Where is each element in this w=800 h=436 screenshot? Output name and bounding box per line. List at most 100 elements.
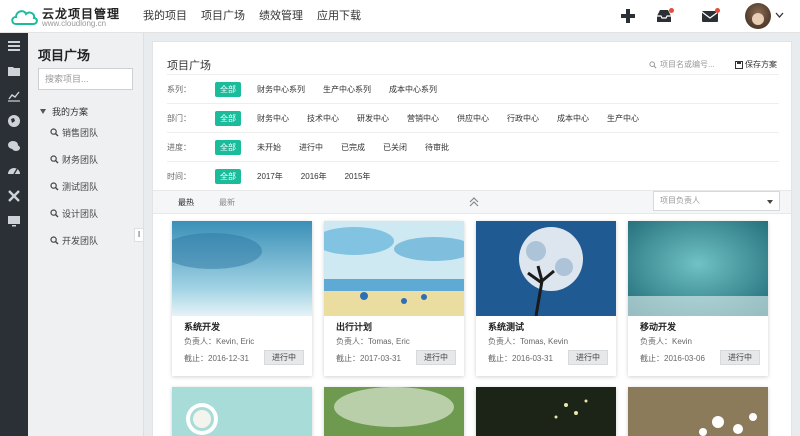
sort-hot-tab[interactable]: 最热 [178,197,194,208]
filter-tag[interactable]: 技术中心 [307,113,339,124]
project-card[interactable] [476,387,616,436]
filter-tag[interactable]: 成本中心系列 [389,84,437,95]
dashboard-icon[interactable] [7,164,21,178]
filter-tag[interactable]: 已关闭 [383,142,407,153]
cloud-logo-icon [11,10,38,25]
project-owner: 负责人：Tomas, Kevin [488,337,569,346]
filter-row-progress: 进度： 全部 未开始 进行中 已完成 已关闭 待审批 [167,132,779,161]
project-card[interactable] [324,387,464,436]
filter-row-time: 时间： 全部 2017年 2016年 2015年 [167,161,779,190]
filter-tag[interactable]: 已完成 [341,142,365,153]
project-card[interactable]: 系统测试 负责人：Tomas, Kevin 截止：2016-03-31 进行中 [476,221,616,376]
search-icon [50,209,59,218]
sidebar-item-label: 开发团队 [62,236,99,246]
project-owner: 负责人：Kevin [640,337,693,346]
project-deadline: 截止：2016-03-06 [640,354,705,363]
chevron-down-icon[interactable] [775,12,784,18]
save-plan-button[interactable]: 保存方案 [735,59,777,70]
close-icon[interactable] [7,189,21,203]
sidebar-item-design[interactable]: 设计团队 [50,207,98,220]
project-card[interactable]: 移动开发 负责人：Kevin 截止：2016-03-06 进行中 [628,221,768,376]
project-search-input[interactable]: 项目名或编号... [649,59,715,70]
project-deadline: 截止：2017-03-31 [336,354,401,363]
sidebar-item-label: 销售团队 [62,128,99,138]
chart-icon[interactable] [7,89,21,103]
filter-row-series: 系列： 全部 财务中心系列 生产中心系列 成本中心系列 [167,74,779,103]
project-cover-image [324,221,464,316]
nav-app-download[interactable]: 应用下载 [317,0,361,33]
status-badge: 进行中 [264,350,304,365]
sidebar-item-sales[interactable]: 销售团队 [50,126,98,139]
filter-tag[interactable]: 研发中心 [357,113,389,124]
sidebar-search-input[interactable]: 搜索项目... [38,68,133,90]
filter-tag[interactable]: 生产中心系列 [323,84,371,95]
nav-my-projects[interactable]: 我的项目 [143,0,187,33]
owner-select[interactable]: 项目负责人 [653,191,780,211]
caret-down-icon [767,200,773,204]
sidebar-item-testing[interactable]: 测试团队 [50,180,98,193]
page-title: 项目广场 [167,60,211,72]
project-cover-image [172,221,312,316]
status-badge: 进行中 [720,350,760,365]
filter-tag[interactable]: 未开始 [257,142,281,153]
double-chevron-up-icon[interactable] [469,197,479,207]
menu-icon[interactable] [7,39,21,53]
filter-tag-all[interactable]: 全部 [215,139,241,155]
globe-icon[interactable] [7,114,21,128]
icon-rail [0,33,28,436]
logo[interactable]: 云龙项目管理 www.cloudlong.cn [10,4,135,30]
project-owner: 负责人：Kevin, Eric [184,337,255,346]
chat-icon[interactable] [7,139,21,153]
project-card[interactable]: 出行计划 负责人：Tomas, Eric 截止：2017-03-31 进行中 [324,221,464,376]
sidebar-item-label: 设计团队 [62,209,99,219]
sort-new-tab[interactable]: 最新 [219,197,235,208]
filter-tag[interactable]: 待审批 [425,142,449,153]
filter-tag[interactable]: 生产中心 [607,113,639,124]
filter-row-department: 部门： 全部 财务中心 技术中心 研发中心 营销中心 供应中心 行政中心 成本中… [167,103,779,132]
filter-tag[interactable]: 财务中心系列 [257,84,305,95]
nav-performance[interactable]: 绩效管理 [259,0,303,33]
folder-icon[interactable] [7,64,21,78]
sidebar-group-label: 我的方案 [52,107,89,117]
filter-tag-all[interactable]: 全部 [215,110,241,126]
monitor-icon[interactable] [7,214,21,228]
avatar[interactable] [745,3,771,29]
filter-tag[interactable]: 进行中 [299,142,323,153]
filter-tag-all[interactable]: 全部 [215,168,241,184]
nav-project-square[interactable]: 项目广场 [201,0,245,33]
sidebar-item-dev[interactable]: 开发团队 [50,234,98,247]
save-plan-label: 保存方案 [745,60,777,69]
project-name: 系统开发 [184,322,221,332]
status-badge: 进行中 [568,350,608,365]
project-card[interactable]: 系统开发 负责人：Kevin, Eric 截止：2016-12-31 进行中 [172,221,312,376]
caret-down-icon [40,109,46,114]
inbox-notification-dot [669,8,674,13]
filter-tag[interactable]: 财务中心 [257,113,289,124]
filter-tag[interactable]: 供应中心 [457,113,489,124]
sidebar: 项目广场 搜索项目... 我的方案 销售团队 财务团队 测试团队 设计团队 开发… [28,33,144,436]
project-card[interactable] [172,387,312,436]
project-cover-image [628,221,768,316]
filter-tag[interactable]: 2015年 [345,171,371,182]
search-icon [649,60,657,69]
sidebar-item-finance[interactable]: 财务团队 [50,153,98,166]
project-name: 移动开发 [640,322,677,332]
filter-tag-all[interactable]: 全部 [215,81,241,97]
project-card[interactable] [628,387,768,436]
filter-tag[interactable]: 行政中心 [507,113,539,124]
filter-tag[interactable]: 营销中心 [407,113,439,124]
status-badge: 进行中 [416,350,456,365]
project-cover-image [324,387,464,436]
sidebar-item-label: 测试团队 [62,182,99,192]
filter-tag[interactable]: 2017年 [257,171,283,182]
project-name: 系统测试 [488,322,525,332]
sidebar-group-my-plans[interactable]: 我的方案 [40,105,88,118]
plus-icon[interactable] [619,7,637,25]
sort-bar: 最热 最新 项目负责人 [153,190,791,214]
filter-tag[interactable]: 2016年 [301,171,327,182]
sidebar-title: 项目广场 [38,48,91,63]
filter-tag[interactable]: 成本中心 [557,113,589,124]
sidebar-collapse-handle[interactable]: ǀ [134,228,144,242]
save-icon [735,60,743,69]
project-deadline: 截止：2016-03-31 [488,354,553,363]
